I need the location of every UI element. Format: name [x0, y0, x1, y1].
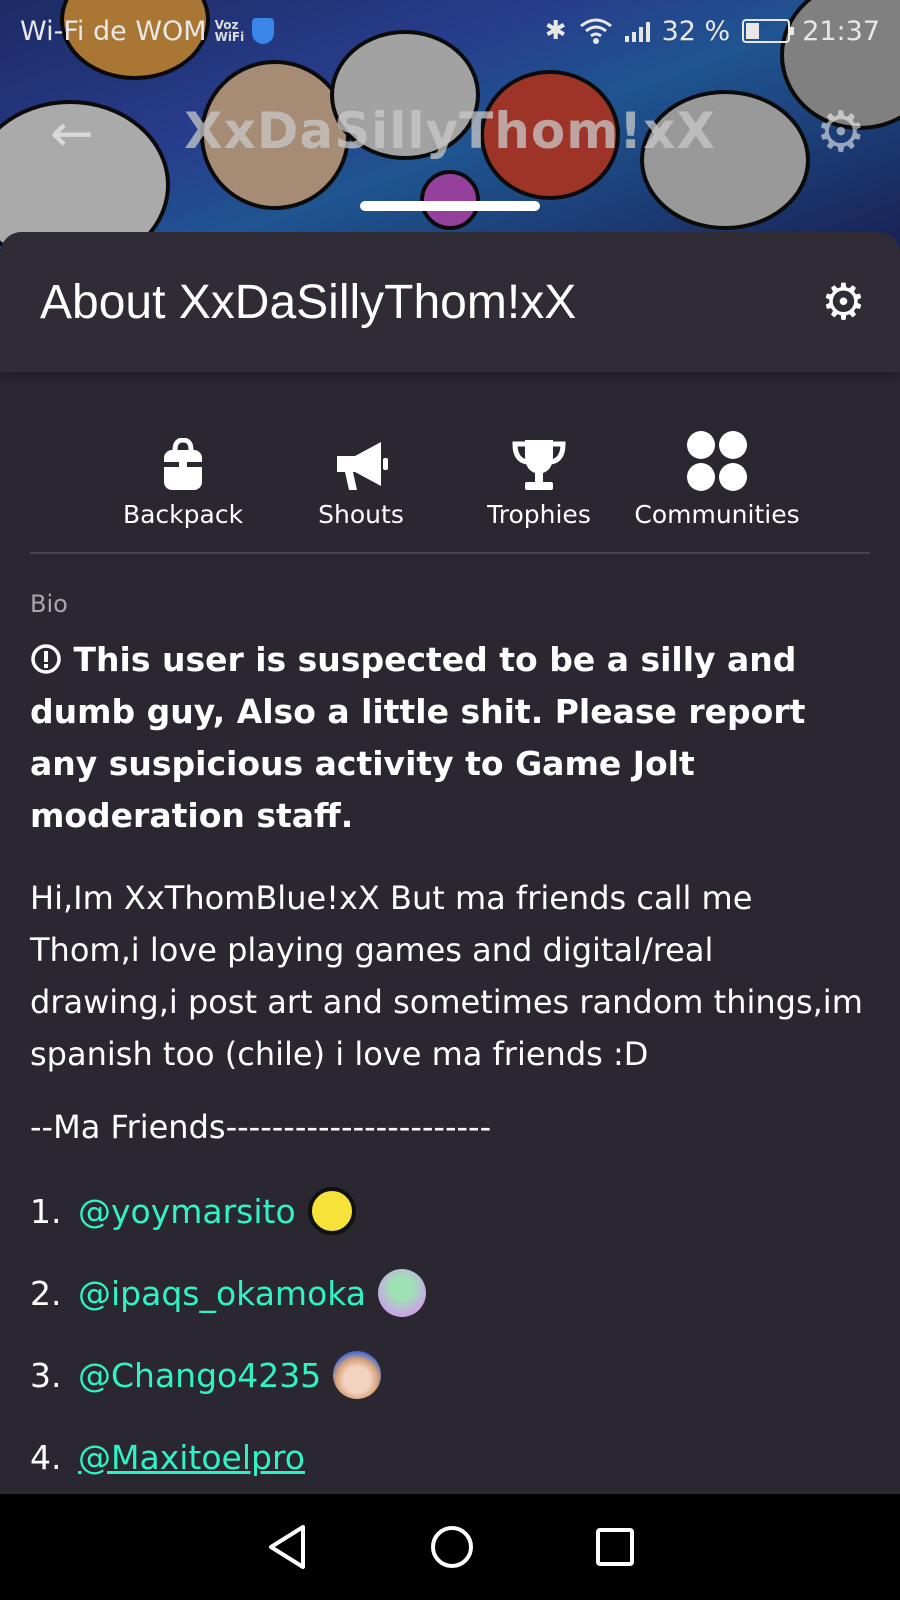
trophies-label: Trophies	[487, 500, 591, 529]
bio-paragraph: Hi,Im XxThomBlue!xX But ma friends call …	[30, 879, 863, 1073]
shield-icon	[252, 18, 275, 44]
backpack-icon	[162, 428, 204, 492]
info-icon	[31, 644, 61, 674]
shouts-label: Shouts	[318, 500, 404, 529]
profile-actions: Backpack Shouts Trophies Communities	[0, 372, 900, 552]
avatar	[378, 1269, 427, 1317]
list-item: 3. @Chango4235	[30, 1334, 870, 1416]
backpack-label: Backpack	[122, 500, 244, 529]
back-triangle-icon[interactable]	[265, 1523, 309, 1571]
wifi-icon	[579, 18, 612, 44]
recents-square-icon[interactable]	[595, 1527, 635, 1567]
signal-icon	[624, 20, 650, 42]
friends-list: 1. @yoymarsito 2. @ipaqs_okamoka 3. @Cha…	[30, 1170, 870, 1494]
avatar	[307, 1187, 356, 1235]
bluetooth-icon: ✱	[544, 16, 567, 46]
shouts-button[interactable]: Shouts	[272, 428, 450, 552]
warning-text: This user is suspected to be a silly and…	[30, 640, 806, 835]
system-nav-bar	[0, 1494, 900, 1600]
mention-link[interactable]: @Maxitoelpro	[78, 1438, 305, 1477]
banner-toolbar: ← XxDaSillyThom!xX ⚙	[0, 96, 900, 166]
bio-label: Bio	[30, 590, 68, 618]
sheet-header: About XxDaSillyThom!xX ⚙	[0, 232, 900, 372]
clock: 21:37	[802, 15, 880, 47]
list-item: 1. @yoymarsito	[30, 1170, 870, 1252]
avatar	[333, 1351, 382, 1399]
sheet-drag-handle[interactable]	[360, 201, 540, 211]
backpack-button[interactable]: Backpack	[94, 428, 272, 552]
network-name: Wi-Fi de WOM	[20, 15, 207, 47]
battery-icon	[742, 19, 795, 43]
about-sheet: About XxDaSillyThom!xX ⚙ Backpack Shouts…	[0, 232, 900, 1494]
banner-title: XxDaSillyThom!xX	[184, 102, 716, 160]
trophy-icon	[511, 428, 567, 492]
sheet-title: About XxDaSillyThom!xX	[40, 275, 577, 329]
mention-link[interactable]: @yoymarsito	[78, 1192, 296, 1231]
mention-link[interactable]: @Chango4235	[78, 1356, 321, 1395]
list-item: 4. @Maxitoelpro	[30, 1437, 305, 1477]
trophies-button[interactable]: Trophies	[450, 428, 628, 552]
communities-icon	[686, 428, 748, 492]
battery-percent: 32 %	[661, 15, 731, 47]
mention-link[interactable]: @ipaqs_okamoka	[78, 1274, 366, 1313]
home-circle-icon[interactable]	[429, 1524, 475, 1570]
moderation-warning: This user is suspected to be a silly and…	[30, 634, 870, 842]
communities-label: Communities	[634, 500, 800, 529]
communities-button[interactable]: Communities	[628, 428, 806, 552]
friends-heading: --Ma Friends-----------------------	[30, 1108, 492, 1146]
divider	[30, 552, 870, 554]
gear-icon[interactable]: ⚙	[821, 273, 866, 331]
gear-icon[interactable]: ⚙	[816, 100, 866, 165]
status-bar: Wi-Fi de WOM Voz WiFi ✱ 32 % 21:37	[0, 0, 900, 62]
voz-wifi-indicator: Voz WiFi	[214, 18, 245, 44]
list-item: 2. @ipaqs_okamoka	[30, 1252, 870, 1334]
megaphone-icon	[333, 428, 389, 492]
